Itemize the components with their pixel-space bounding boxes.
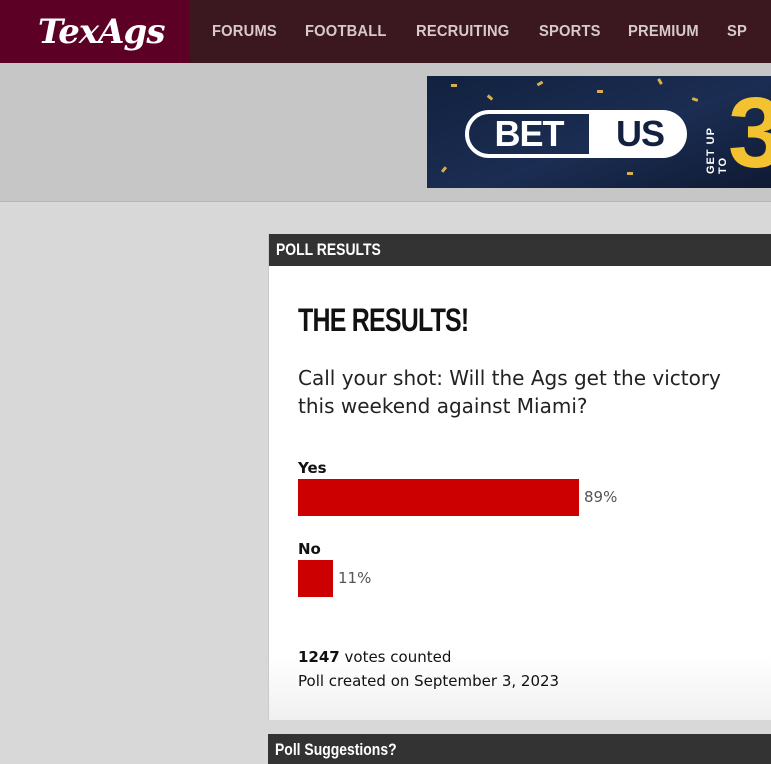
confetti-decoration <box>691 97 699 102</box>
result-percent-no: 11% <box>338 569 372 587</box>
ad-big-number: 3 <box>728 77 771 188</box>
poll-created-date: Poll created on September 3, 2023 <box>298 672 560 690</box>
confetti-decoration <box>536 80 544 87</box>
main-nav: FORUMS FOOTBALL RECRUITING SPORTS PREMIU… <box>190 0 771 63</box>
poll-suggestions-title: Poll Suggestions? <box>275 740 397 759</box>
betus-ad[interactable]: BET US GET UP TO 3 <box>427 76 771 188</box>
votes-count: 1247 <box>298 648 340 666</box>
panel-title: POLL RESULTS <box>276 240 381 259</box>
result-bar-no <box>298 560 333 597</box>
confetti-decoration <box>440 166 448 173</box>
top-navigation-bar: TexAgs FORUMS FOOTBALL RECRUITING SPORTS… <box>0 0 771 63</box>
confetti-decoration <box>451 84 457 87</box>
ad-tagline: GET UP TO <box>705 127 729 174</box>
nav-item-premium[interactable]: PREMIUM <box>628 23 699 41</box>
betus-logo-bet: BET <box>465 110 593 158</box>
nav-item-recruiting[interactable]: RECRUITING <box>416 23 509 41</box>
poll-suggestions-header: Poll Suggestions? <box>268 734 771 764</box>
site-logo[interactable]: TexAgs <box>0 0 191 63</box>
nav-item-forums[interactable]: FORUMS <box>212 23 277 41</box>
option-label-no: No <box>298 540 321 558</box>
votes-counted: 1247 votes counted <box>298 648 451 666</box>
result-bar-yes <box>298 479 579 516</box>
panel-header: POLL RESULTS <box>269 234 771 266</box>
poll-results-panel: POLL RESULTS THE RESULTS! Call your shot… <box>268 234 771 720</box>
option-label-yes: Yes <box>298 459 327 477</box>
result-percent-yes: 89% <box>584 488 618 506</box>
betus-logo: BET US <box>465 110 687 158</box>
betus-logo-us: US <box>593 110 687 158</box>
confetti-decoration <box>597 90 603 93</box>
panel-body: THE RESULTS! Call your shot: Will the Ag… <box>269 266 771 720</box>
nav-item-football[interactable]: FOOTBALL <box>305 23 387 41</box>
nav-item-sports[interactable]: SPORTS <box>539 23 601 41</box>
confetti-decoration <box>657 78 663 85</box>
votes-suffix: votes counted <box>339 648 452 666</box>
confetti-decoration <box>627 172 633 175</box>
site-logo-text: TexAgs <box>37 11 166 52</box>
ad-banner-area: BET US GET UP TO 3 <box>0 63 771 202</box>
results-heading: THE RESULTS! <box>298 302 469 338</box>
nav-item-truncated[interactable]: SP <box>727 23 747 41</box>
confetti-decoration <box>486 94 494 101</box>
poll-question: Call your shot: Will the Ags get the vic… <box>298 366 721 418</box>
